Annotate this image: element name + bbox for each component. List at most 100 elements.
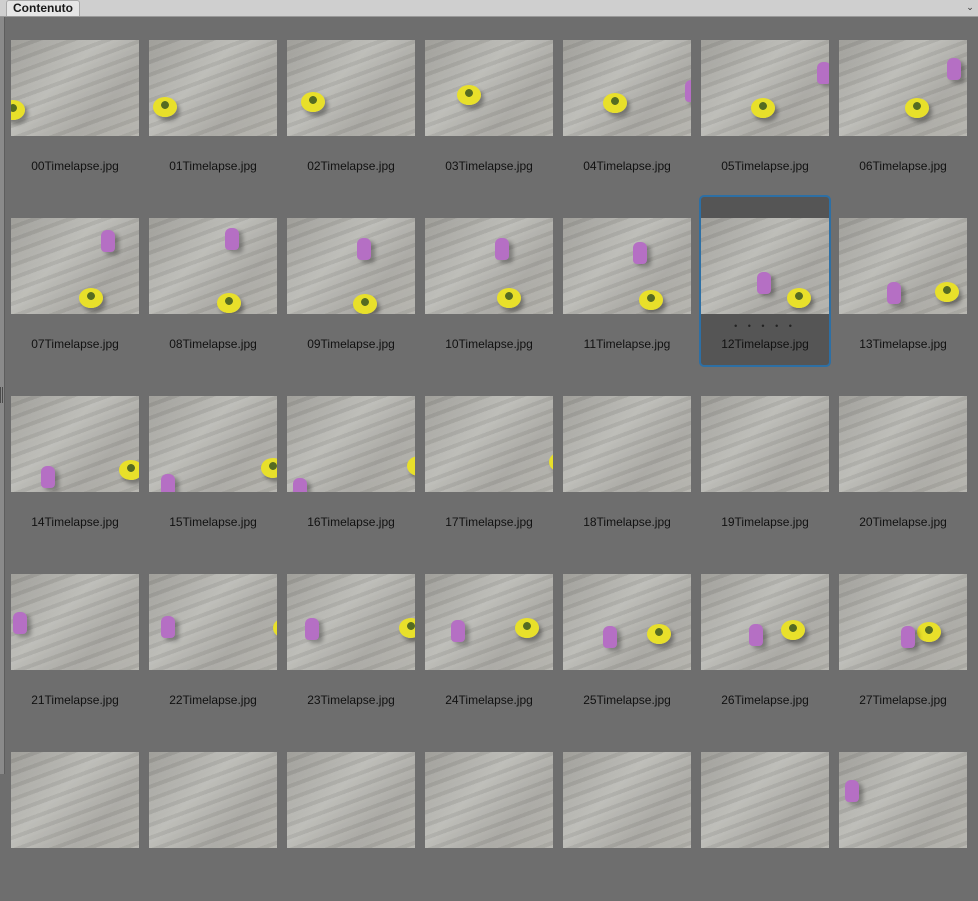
thumbnail-image[interactable] xyxy=(563,574,691,670)
thumbnail-filename: 21Timelapse.jpg xyxy=(31,693,119,707)
yellow-toy xyxy=(751,98,775,125)
thumbnail-item[interactable]: 19Timelapse.jpg xyxy=(699,373,831,545)
thumbnail-filename: 03Timelapse.jpg xyxy=(445,159,533,173)
thumbnail-image[interactable] xyxy=(563,40,691,136)
thumbnail-image[interactable] xyxy=(839,752,967,848)
thumbnail-filename: 06Timelapse.jpg xyxy=(859,159,947,173)
thumbnail-image[interactable] xyxy=(839,218,967,314)
thumbnail-item[interactable]: 20Timelapse.jpg xyxy=(837,373,969,545)
thumbnail-image[interactable] xyxy=(563,218,691,314)
thumbnail-image[interactable] xyxy=(701,752,829,848)
thumbnail-filename: 02Timelapse.jpg xyxy=(307,159,395,173)
thumbnail-image[interactable] xyxy=(839,574,967,670)
thumbnail-item[interactable] xyxy=(561,729,693,901)
thumbnail-item[interactable]: 25Timelapse.jpg xyxy=(561,551,693,723)
purple-toy xyxy=(495,238,509,260)
thumbnail-item[interactable]: 13Timelapse.jpg xyxy=(837,195,969,367)
thumbnail-image[interactable] xyxy=(701,396,829,492)
thumbnail-image[interactable] xyxy=(287,752,415,848)
thumbnail-image[interactable] xyxy=(839,40,967,136)
thumbnail-item[interactable] xyxy=(147,729,279,901)
thumbnail-item[interactable] xyxy=(423,729,555,901)
thumbnail-item[interactable]: 01Timelapse.jpg xyxy=(147,17,279,189)
thumbnail-item[interactable]: 23Timelapse.jpg xyxy=(285,551,417,723)
thumbnail-item[interactable] xyxy=(837,729,969,901)
yellow-toy xyxy=(273,618,277,638)
yellow-toy xyxy=(497,288,521,314)
thumbnail-filename: 23Timelapse.jpg xyxy=(307,693,395,707)
thumbnail-item[interactable] xyxy=(699,729,831,901)
thumbnail-image[interactable] xyxy=(563,396,691,492)
thumbnail-image[interactable] xyxy=(425,40,553,136)
thumbnail-item[interactable]: 00Timelapse.jpg xyxy=(9,17,141,189)
thumbnail-filename: 09Timelapse.jpg xyxy=(307,337,395,351)
thumbnail-filename: 05Timelapse.jpg xyxy=(721,159,809,173)
thumbnail-filename: 01Timelapse.jpg xyxy=(169,159,257,173)
yellow-toy xyxy=(11,100,25,127)
thumbnail-item[interactable]: 06Timelapse.jpg xyxy=(837,17,969,189)
thumbnail-item[interactable]: 26Timelapse.jpg xyxy=(699,551,831,723)
thumbnail-item[interactable]: 24Timelapse.jpg xyxy=(423,551,555,723)
thumbnail-image[interactable] xyxy=(839,396,967,492)
thumbnail-item[interactable]: 18Timelapse.jpg xyxy=(561,373,693,545)
thumbnail-filename: 04Timelapse.jpg xyxy=(583,159,671,173)
thumbnail-image[interactable] xyxy=(701,40,829,136)
yellow-toy xyxy=(353,294,377,314)
thumbnail-image[interactable] xyxy=(149,574,277,670)
purple-toy xyxy=(603,626,617,648)
thumbnail-filename: 18Timelapse.jpg xyxy=(583,515,671,529)
thumbnail-image[interactable] xyxy=(149,218,277,314)
thumbnail-image[interactable] xyxy=(149,396,277,492)
thumbnail-image[interactable] xyxy=(425,574,553,670)
thumbnail-item[interactable]: 04Timelapse.jpg xyxy=(561,17,693,189)
yellow-toy xyxy=(935,282,959,309)
panel-header: Contenuto ⌄ xyxy=(0,0,978,17)
thumbnail-image[interactable] xyxy=(425,396,553,492)
thumbnail-image[interactable] xyxy=(11,218,139,314)
thumbnail-image[interactable] xyxy=(287,218,415,314)
yellow-toy xyxy=(603,93,627,120)
thumbnail-item[interactable]: 22Timelapse.jpg xyxy=(147,551,279,723)
thumbnail-image[interactable] xyxy=(701,574,829,670)
yellow-toy xyxy=(457,85,481,112)
thumbnail-item[interactable]: 16Timelapse.jpg xyxy=(285,373,417,545)
thumbnail-item[interactable]: 11Timelapse.jpg xyxy=(561,195,693,367)
thumbnail-item[interactable]: 14Timelapse.jpg xyxy=(9,373,141,545)
thumbnail-image[interactable] xyxy=(149,40,277,136)
purple-toy xyxy=(357,238,371,260)
thumbnail-image[interactable] xyxy=(11,752,139,848)
thumbnail-image[interactable] xyxy=(11,40,139,136)
thumbnail-filename: 17Timelapse.jpg xyxy=(445,515,533,529)
purple-toy xyxy=(101,230,115,252)
thumbnail-item[interactable]: 15Timelapse.jpg xyxy=(147,373,279,545)
thumbnail-item[interactable]: 08Timelapse.jpg xyxy=(147,195,279,367)
rating-dots[interactable]: • • • • • xyxy=(699,321,831,331)
thumbnail-item[interactable]: 09Timelapse.jpg xyxy=(285,195,417,367)
thumbnail-image[interactable] xyxy=(287,574,415,670)
thumbnail-item[interactable]: 21Timelapse.jpg xyxy=(9,551,141,723)
thumbnail-item[interactable]: • • • • • 12Timelapse.jpg xyxy=(699,195,831,367)
thumbnail-image[interactable] xyxy=(287,40,415,136)
thumbnail-item[interactable] xyxy=(9,729,141,901)
thumbnail-image[interactable] xyxy=(11,574,139,670)
thumbnail-image[interactable] xyxy=(11,396,139,492)
thumbnail-filename: 27Timelapse.jpg xyxy=(859,693,947,707)
thumbnail-item[interactable]: 27Timelapse.jpg xyxy=(837,551,969,723)
thumbnail-item[interactable]: 07Timelapse.jpg xyxy=(9,195,141,367)
thumbnail-item[interactable] xyxy=(285,729,417,901)
thumbnail-image[interactable] xyxy=(425,218,553,314)
thumbnail-item[interactable]: 02Timelapse.jpg xyxy=(285,17,417,189)
purple-toy xyxy=(293,478,307,492)
thumbnail-image[interactable] xyxy=(701,218,829,314)
tab-contenuto[interactable]: Contenuto xyxy=(6,0,80,16)
thumbnail-image[interactable] xyxy=(149,752,277,848)
thumbnail-image[interactable] xyxy=(563,752,691,848)
yellow-toy xyxy=(153,97,177,124)
thumbnail-image[interactable] xyxy=(425,752,553,848)
thumbnail-item[interactable]: 10Timelapse.jpg xyxy=(423,195,555,367)
thumbnail-item[interactable]: 03Timelapse.jpg xyxy=(423,17,555,189)
thumbnail-item[interactable]: 17Timelapse.jpg xyxy=(423,373,555,545)
thumbnail-image[interactable] xyxy=(287,396,415,492)
chevron-down-icon[interactable]: ⌄ xyxy=(964,1,976,13)
thumbnail-item[interactable]: 05Timelapse.jpg xyxy=(699,17,831,189)
